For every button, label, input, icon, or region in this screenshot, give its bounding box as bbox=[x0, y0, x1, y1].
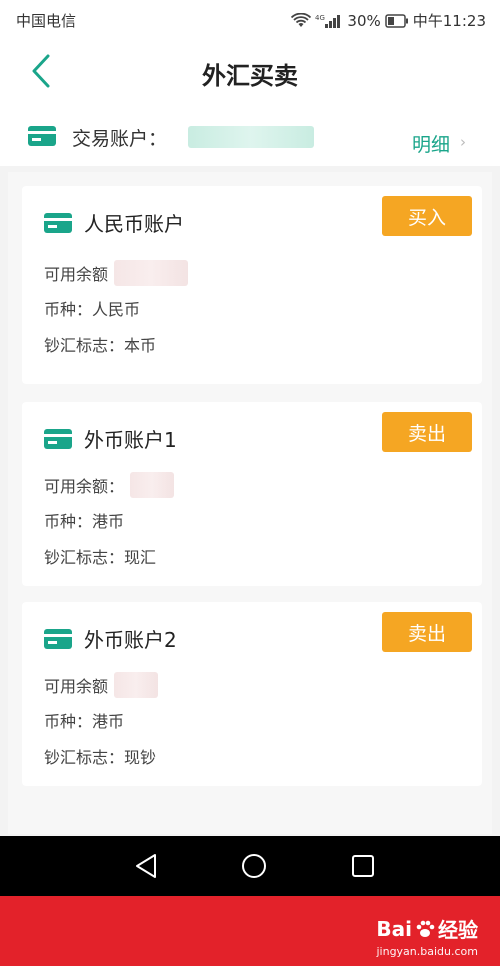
battery-icon bbox=[385, 13, 408, 28]
app-header: 外汇买卖 bbox=[0, 38, 500, 106]
detail-link[interactable]: 明细 bbox=[412, 130, 450, 157]
card-icon bbox=[44, 212, 72, 233]
trading-account-row: 交易账户： 明细 › bbox=[0, 106, 500, 166]
card-icon bbox=[44, 628, 72, 649]
cash-flag-line: 钞汇标志：现钞 bbox=[44, 748, 157, 767]
card-title: 外币账户1 bbox=[84, 428, 177, 452]
signal-4g-icon: 4G bbox=[315, 14, 341, 28]
watermark-logo: Bai 经验 bbox=[376, 914, 478, 943]
account-number-masked bbox=[188, 126, 314, 148]
currency-line: 币种：人民币 bbox=[44, 300, 141, 319]
watermark-brand-suffix: 经验 bbox=[438, 918, 478, 942]
watermark-banner: Bai 经验 jingyan.baidu.com bbox=[0, 896, 500, 966]
available-balance-line: 可用余额 bbox=[44, 260, 189, 286]
clock: 中午11:23 bbox=[412, 12, 486, 30]
watermark-brand: Bai bbox=[376, 916, 412, 941]
card-icon bbox=[28, 126, 56, 146]
card-title: 人民币账户 bbox=[84, 212, 184, 236]
nav-back-icon[interactable] bbox=[133, 852, 159, 880]
battery-percent: 30% bbox=[347, 11, 381, 30]
balance-masked bbox=[114, 260, 189, 286]
balance-masked bbox=[114, 672, 159, 698]
currency-line: 币种：港币 bbox=[44, 512, 125, 531]
currency-line: 币种：港币 bbox=[44, 712, 125, 731]
account-card-foreign-2: 外币账户2 卖出 可用余额 币种：港币 钞汇标志：现钞 bbox=[22, 602, 482, 786]
available-balance-line: 可用余额 bbox=[44, 672, 159, 698]
page-title: 外汇买卖 bbox=[202, 62, 298, 90]
balance-label: 可用余额 bbox=[44, 265, 109, 284]
nav-home-icon[interactable] bbox=[240, 852, 268, 880]
watermark-url: jingyan.baidu.com bbox=[376, 945, 478, 958]
balance-masked bbox=[130, 472, 175, 498]
account-card-list: 人民币账户 买入 可用余额 币种：人民币 钞汇标志：本币 外币账户1 卖出 可用… bbox=[8, 172, 492, 834]
cash-flag-line: 钞汇标志：现汇 bbox=[44, 548, 157, 567]
status-indicators: 4G 30% 中午11:23 bbox=[291, 10, 486, 31]
phone-screen: 中国电信 4G 30% 中午11:23 外汇买卖 交易账户： 明细 › 人民币账… bbox=[0, 0, 500, 836]
baidu-jingyan-watermark: Bai 经验 jingyan.baidu.com bbox=[376, 914, 478, 959]
system-nav-bar bbox=[0, 836, 500, 896]
balance-label: 可用余额 bbox=[44, 677, 109, 696]
carrier-name: 中国电信 bbox=[16, 12, 77, 30]
status-bar: 中国电信 4G 30% 中午11:23 bbox=[0, 0, 500, 38]
trading-account-label: 交易账户： bbox=[72, 128, 168, 150]
chevron-right-icon: › bbox=[460, 133, 466, 151]
wifi-icon bbox=[291, 12, 312, 27]
available-balance-line: 可用余额： bbox=[44, 472, 175, 498]
balance-label: 可用余额： bbox=[44, 477, 125, 496]
cash-flag-line: 钞汇标志：本币 bbox=[44, 336, 157, 355]
card-header: 外币账户2 bbox=[44, 624, 177, 653]
buy-button[interactable]: 买入 bbox=[382, 196, 472, 236]
card-header: 人民币账户 bbox=[44, 208, 184, 237]
account-card-foreign-1: 外币账户1 卖出 可用余额： 币种：港币 钞汇标志：现汇 bbox=[22, 402, 482, 586]
sell-button[interactable]: 卖出 bbox=[382, 612, 472, 652]
card-header: 外币账户1 bbox=[44, 424, 177, 453]
sell-button[interactable]: 卖出 bbox=[382, 412, 472, 452]
paw-icon bbox=[416, 920, 435, 937]
svg-text:4G: 4G bbox=[315, 14, 325, 22]
nav-recent-apps-icon[interactable] bbox=[350, 853, 376, 879]
card-icon bbox=[44, 428, 72, 449]
card-title: 外币账户2 bbox=[84, 628, 177, 652]
account-card-rmb: 人民币账户 买入 可用余额 币种：人民币 钞汇标志：本币 bbox=[22, 186, 482, 384]
